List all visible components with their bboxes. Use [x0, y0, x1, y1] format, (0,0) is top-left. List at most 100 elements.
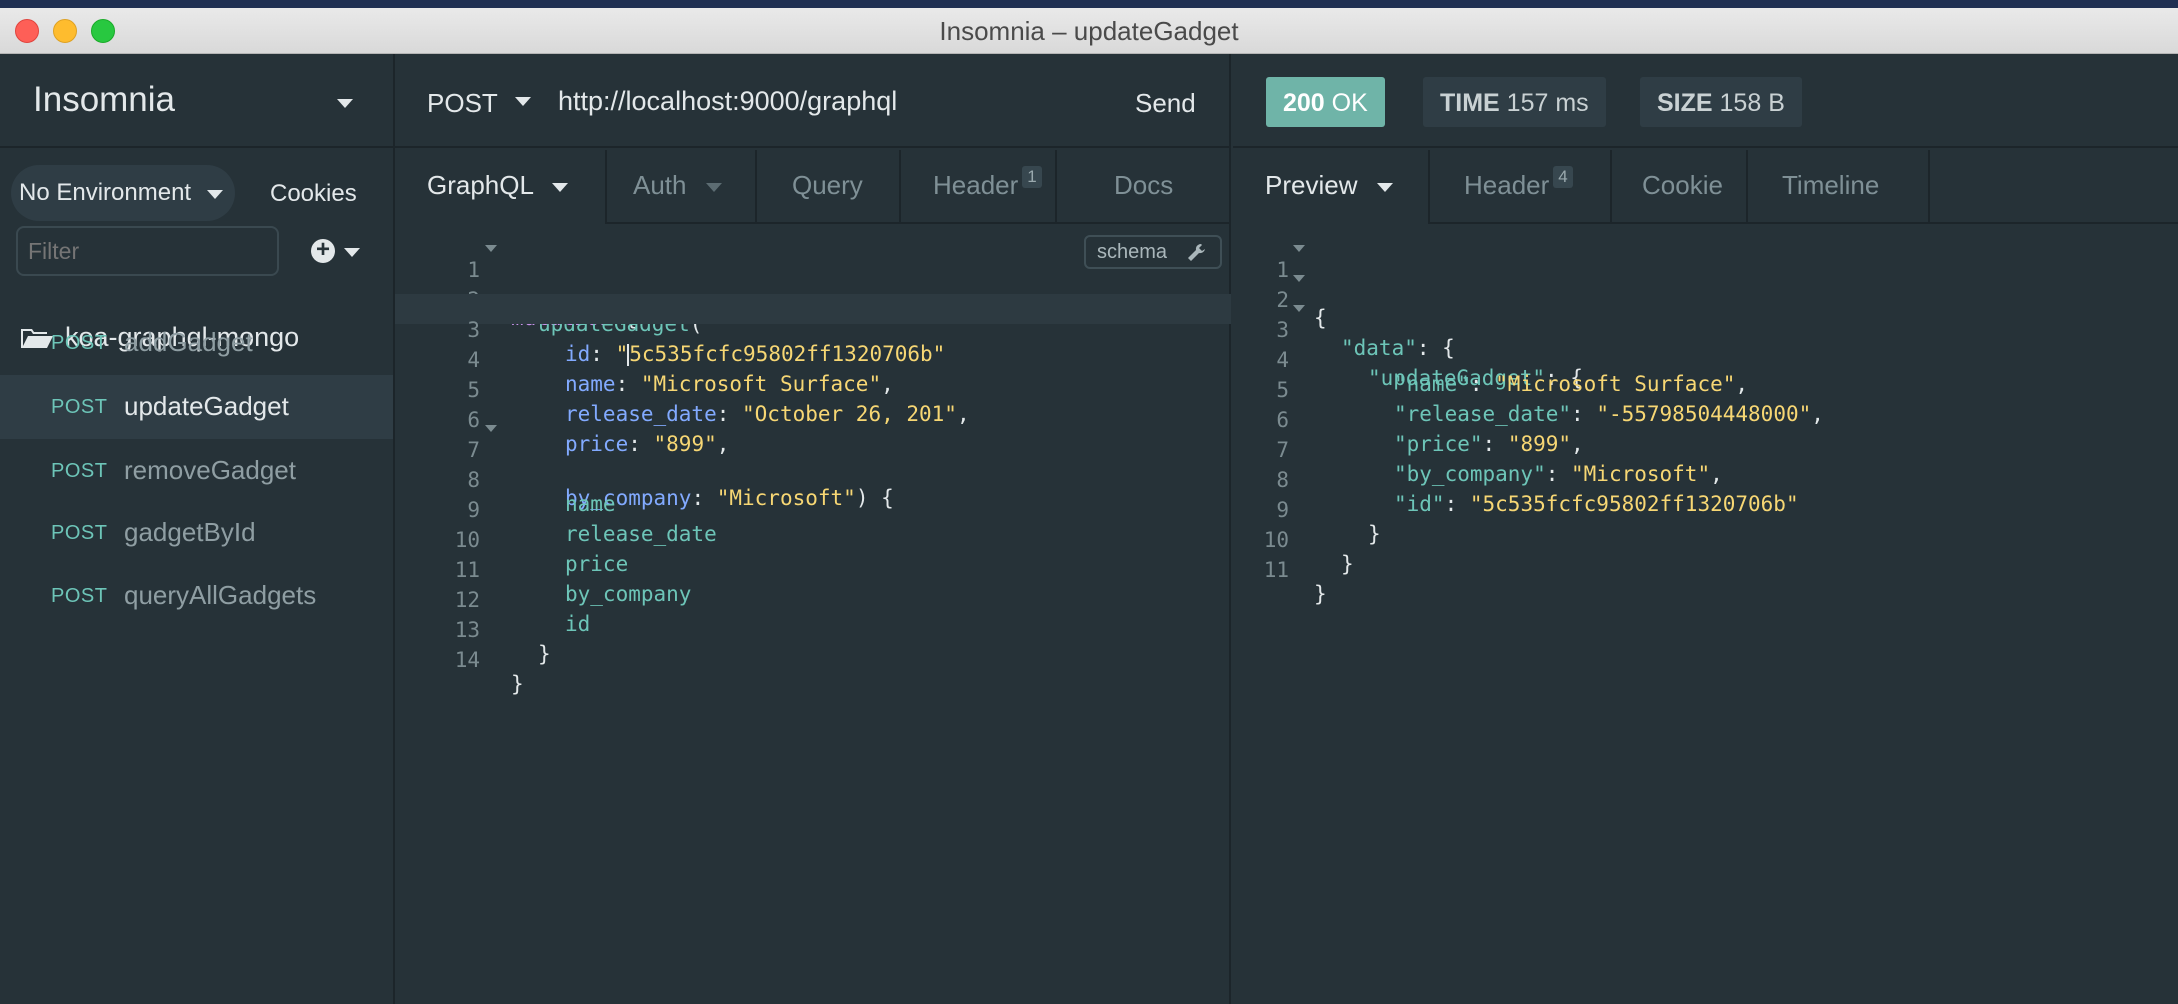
response-status-bar: 200 OK TIME 157 ms SIZE 158 B [1233, 54, 2178, 148]
punctuation: } [511, 672, 524, 696]
method-label: POST [51, 396, 108, 418]
method-label: POST [51, 332, 108, 354]
tab-cookie[interactable]: Cookie [1612, 150, 1746, 224]
code-line: 2 "data": { [1233, 264, 2178, 360]
tab-header[interactable]: Header 1 [901, 150, 1055, 224]
tab-label: Header [1464, 170, 1550, 200]
menu-bar-strip [0, 0, 2178, 8]
graphql-editor[interactable]: 1 mutation { 2 updateGadget( 3 id: "5c53… [395, 234, 1231, 696]
environment-dropdown[interactable]: No Environment [11, 165, 235, 221]
response-pane: 200 OK TIME 157 ms SIZE 158 B Preview He… [1233, 54, 2178, 1004]
size-label: SIZE [1657, 89, 1713, 117]
code-line: 5 "release_date": "-55798504448000", [1233, 354, 2178, 426]
response-preview[interactable]: 1 { 2 "data": { 3 "updateGadget": { 4 "n… [1233, 234, 2178, 606]
code-line: 7 by_company: "Microsoft") { [395, 414, 1231, 510]
code-line: 8 "id": "5c535fcfc95802ff1320706b" [1233, 444, 2178, 516]
line-number: 11 [1263, 558, 1289, 582]
workspace-switcher[interactable]: Insomnia [0, 54, 395, 148]
tab-label: Preview [1265, 170, 1358, 200]
time-label: TIME [1440, 89, 1500, 117]
request-tabs: GraphQL Auth Query Header 1 Docs [395, 150, 1231, 224]
tab-docs[interactable]: Docs [1057, 150, 1231, 224]
tab-graphql[interactable]: GraphQL [395, 150, 605, 224]
sidebar: Insomnia No Environment Cookies + koa-gr… [0, 54, 395, 1004]
code-line: 3 "updateGadget": { [1233, 294, 2178, 390]
header-count-badge: 4 [1553, 166, 1573, 188]
code-line: 14 } [395, 624, 1231, 696]
tab-label: Header [933, 170, 1019, 200]
fold-arrow-icon[interactable] [1293, 305, 1305, 312]
code-line: 8 name [395, 444, 1231, 516]
code-line: 10 } [1233, 504, 2178, 576]
tab-label: Cookie [1642, 170, 1723, 200]
chevron-down-icon[interactable] [344, 248, 360, 257]
tab-preview[interactable]: Preview [1233, 150, 1428, 224]
request-name: removeGadget [124, 455, 296, 485]
status-code: 200 [1283, 89, 1325, 117]
url-bar: POST Send [395, 54, 1231, 148]
tab-auth[interactable]: Auth [607, 150, 755, 224]
size-badge: SIZE 158 B [1640, 77, 1802, 127]
url-input[interactable] [558, 86, 1098, 117]
code-line: 12 id [395, 564, 1231, 636]
cookies-button[interactable]: Cookies [270, 180, 357, 208]
fold-arrow-icon[interactable] [1293, 275, 1305, 282]
send-button[interactable]: Send [1135, 88, 1196, 119]
chevron-down-icon[interactable] [515, 97, 531, 106]
request-item-updategadget[interactable]: POST updateGadget [0, 375, 393, 439]
tab-label: Timeline [1782, 170, 1880, 200]
method-dropdown[interactable]: POST [427, 88, 498, 119]
chevron-down-icon [552, 182, 569, 192]
code-line: 11 } [1233, 534, 2178, 606]
fold-arrow-icon[interactable] [485, 245, 497, 252]
tab-timeline[interactable]: Timeline [1748, 150, 1928, 224]
request-item-gadgetbyid[interactable]: POST gadgetById [0, 501, 393, 565]
code-line-active: 3 id: "5c535fcfc95802ff1320706b" [395, 294, 1231, 366]
window-title: Insomnia – updateGadget [939, 16, 1239, 46]
fold-arrow-icon[interactable] [485, 425, 497, 432]
code-line: 9 } [1233, 474, 2178, 546]
request-item-addgadget[interactable]: POST addGadget [0, 311, 393, 375]
code-line: 4 "name": "Microsoft Surface", [1233, 324, 2178, 396]
code-line: 6 "price": "899", [1233, 384, 2178, 456]
request-name: gadgetById [124, 517, 256, 547]
method-label: POST [51, 522, 108, 544]
request-item-queryallgadgets[interactable]: POST queryAllGadgets [0, 564, 393, 628]
chevron-down-icon [337, 99, 353, 108]
code-line: 10 price [395, 504, 1231, 576]
tab-divider [1928, 150, 1930, 224]
code-line: 13 } [395, 594, 1231, 666]
request-pane: POST Send GraphQL Auth Query Header1 [395, 54, 1231, 1004]
code-line: 7 "by_company": "Microsoft", [1233, 414, 2178, 486]
title-bar: Insomnia – updateGadget [0, 0, 2178, 54]
code-line: 1 { [1233, 234, 2178, 330]
code-line: 11 by_company [395, 534, 1231, 606]
code-line: 2 updateGadget( [395, 264, 1231, 336]
request-name: addGadget [124, 327, 253, 357]
code-line: 4 name: "Microsoft Surface", [395, 324, 1231, 396]
header-count-badge: 1 [1022, 166, 1042, 188]
code-line: 5 release_date: "October 26, 201", [395, 354, 1231, 426]
code-line: 6 price: "899", [395, 384, 1231, 456]
chevron-down-icon [207, 190, 223, 199]
request-name: queryAllGadgets [124, 580, 317, 610]
line-number: 14 [454, 648, 480, 672]
time-value: 157 ms [1506, 89, 1589, 117]
punctuation: } [1314, 582, 1327, 606]
method-label: POST [51, 585, 108, 607]
chevron-down-icon [1376, 182, 1393, 192]
code-line: 9 release_date [395, 474, 1231, 546]
app-window: Insomnia – updateGadget Insomnia No Envi… [0, 0, 2178, 1004]
tab-query[interactable]: Query [757, 150, 899, 224]
chevron-down-icon [705, 182, 722, 192]
tab-label: Query [792, 170, 863, 200]
request-item-removegadget[interactable]: POST removeGadget [0, 439, 393, 503]
filter-input[interactable] [16, 226, 279, 276]
tab-label: Auth [633, 170, 687, 200]
plus-circle-icon[interactable]: + [311, 238, 335, 263]
workspace-name: Insomnia [33, 80, 176, 119]
environment-label: No Environment [19, 179, 192, 206]
fold-arrow-icon[interactable] [1293, 245, 1305, 252]
tab-response-header[interactable]: Header 4 [1430, 150, 1610, 224]
method-label: POST [51, 460, 108, 482]
